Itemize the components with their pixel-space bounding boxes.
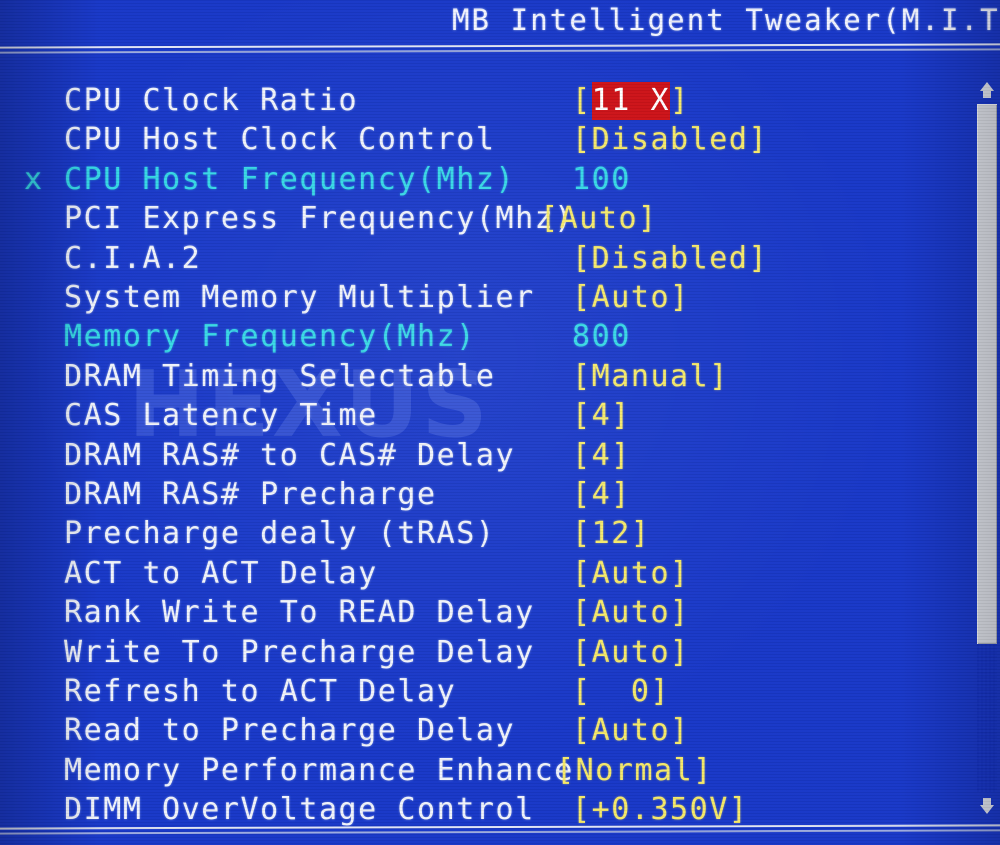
option-value[interactable]: [Manual] [572, 358, 729, 396]
scroll-thumb[interactable] [977, 104, 997, 644]
option-value[interactable]: 100 [572, 161, 631, 199]
option-value[interactable]: 800 [572, 318, 631, 356]
option-label: CAS Latency Time [64, 398, 378, 434]
bios-screen: HEXUS MB Intelligent Tweaker(M.I.T CPU C… [0, 0, 1000, 845]
option-label: CPU Host Frequency(Mhz) [64, 161, 516, 197]
option-list: CPU Clock Ratio [11 X] CPU Host Clock Cont… [0, 0, 1000, 845]
highlighted-value-text: 11 X [591, 82, 671, 120]
option-row[interactable]: x CPU Host Frequency(Mhz) 100 [0, 161, 960, 199]
option-row[interactable]: Memory Frequency(Mhz) 800 [0, 318, 960, 356]
option-row[interactable]: PCI Express Frequency(Mhz) [Auto] [0, 200, 960, 238]
option-row[interactable]: Refresh to ACT Delay [ 0] [0, 673, 960, 711]
option-row[interactable]: Write To Precharge Delay [Auto] [0, 634, 960, 672]
option-row[interactable]: DRAM RAS# to CAS# Delay [4] [0, 437, 960, 475]
option-row[interactable]: ACT to ACT Delay [Auto] [0, 555, 960, 593]
scroll-up-arrow[interactable] [977, 82, 997, 100]
option-row[interactable]: CPU Clock Ratio [11 X] [0, 82, 960, 120]
option-label: ACT to ACT Delay [64, 555, 378, 591]
option-row[interactable]: System Memory Multiplier [Auto] [0, 279, 960, 317]
option-value[interactable]: [Auto] [572, 555, 690, 593]
option-row[interactable]: DRAM Timing Selectable [Manual] [0, 358, 960, 396]
option-label: DRAM Timing Selectable [64, 358, 496, 394]
option-row[interactable]: DRAM RAS# Precharge [4] [0, 476, 960, 514]
row-disabled-marker: x [24, 161, 44, 197]
option-value[interactable]: [Auto] [572, 594, 690, 632]
option-value[interactable]: [Auto] [540, 200, 658, 238]
option-label: Memory Performance Enhance [64, 752, 574, 788]
option-label: DIMM OverVoltage Control [64, 792, 535, 828]
option-value-selected[interactable]: [11 X] [572, 82, 690, 120]
option-value[interactable]: [Disabled] [572, 121, 768, 159]
option-row[interactable]: Rank Write To READ Delay [Auto] [0, 594, 960, 632]
option-label: C.I.A.2 [64, 240, 202, 276]
option-row[interactable]: C.I.A.2 [Disabled] [0, 240, 960, 278]
option-row[interactable]: Read to Precharge Delay [Auto] [0, 712, 960, 750]
option-label: CPU Host Clock Control [64, 122, 496, 158]
option-value[interactable]: [4] [572, 397, 631, 435]
option-label: PCI Express Frequency(Mhz) [64, 201, 574, 237]
option-row[interactable]: Memory Performance Enhance [Normal] [0, 752, 960, 790]
option-value[interactable]: [Disabled] [572, 240, 768, 278]
scroll-down-arrow[interactable] [977, 796, 997, 814]
option-row[interactable]: Precharge dealy (tRAS) [12] [0, 515, 960, 553]
option-label: Precharge dealy (tRAS) [64, 516, 496, 552]
option-row[interactable]: DIMM OverVoltage Control [+0.350V] [0, 791, 960, 829]
option-label: Memory Frequency(Mhz) [64, 319, 476, 355]
bracket-close: ] [670, 83, 690, 118]
option-label: CPU Clock Ratio [64, 83, 359, 118]
option-value[interactable]: [+0.350V] [572, 791, 749, 829]
option-value[interactable]: [Auto] [572, 634, 690, 672]
option-label: DRAM RAS# to CAS# Delay [64, 437, 516, 473]
option-value[interactable]: [4] [572, 476, 631, 514]
option-label: DRAM RAS# Precharge [64, 477, 437, 512]
option-label: Rank Write To READ Delay [64, 595, 535, 631]
option-label: Read to Precharge Delay [64, 713, 516, 749]
option-row[interactable]: CAS Latency Time [4] [0, 397, 960, 435]
option-value[interactable]: [Auto] [572, 712, 690, 750]
option-value[interactable]: [ 0] [572, 673, 670, 711]
option-label: Refresh to ACT Delay [64, 674, 457, 709]
option-row[interactable]: CPU Host Clock Control [Disabled] [0, 121, 960, 159]
option-label: Write To Precharge Delay [64, 634, 535, 670]
bracket-open: [ [572, 83, 592, 118]
scrollbar[interactable] [974, 78, 1000, 818]
option-value[interactable]: [12] [572, 515, 650, 553]
option-label: System Memory Multiplier [64, 280, 535, 315]
option-value[interactable]: [Normal] [556, 752, 713, 790]
option-value[interactable]: [Auto] [572, 279, 690, 317]
option-value[interactable]: [4] [572, 437, 631, 475]
